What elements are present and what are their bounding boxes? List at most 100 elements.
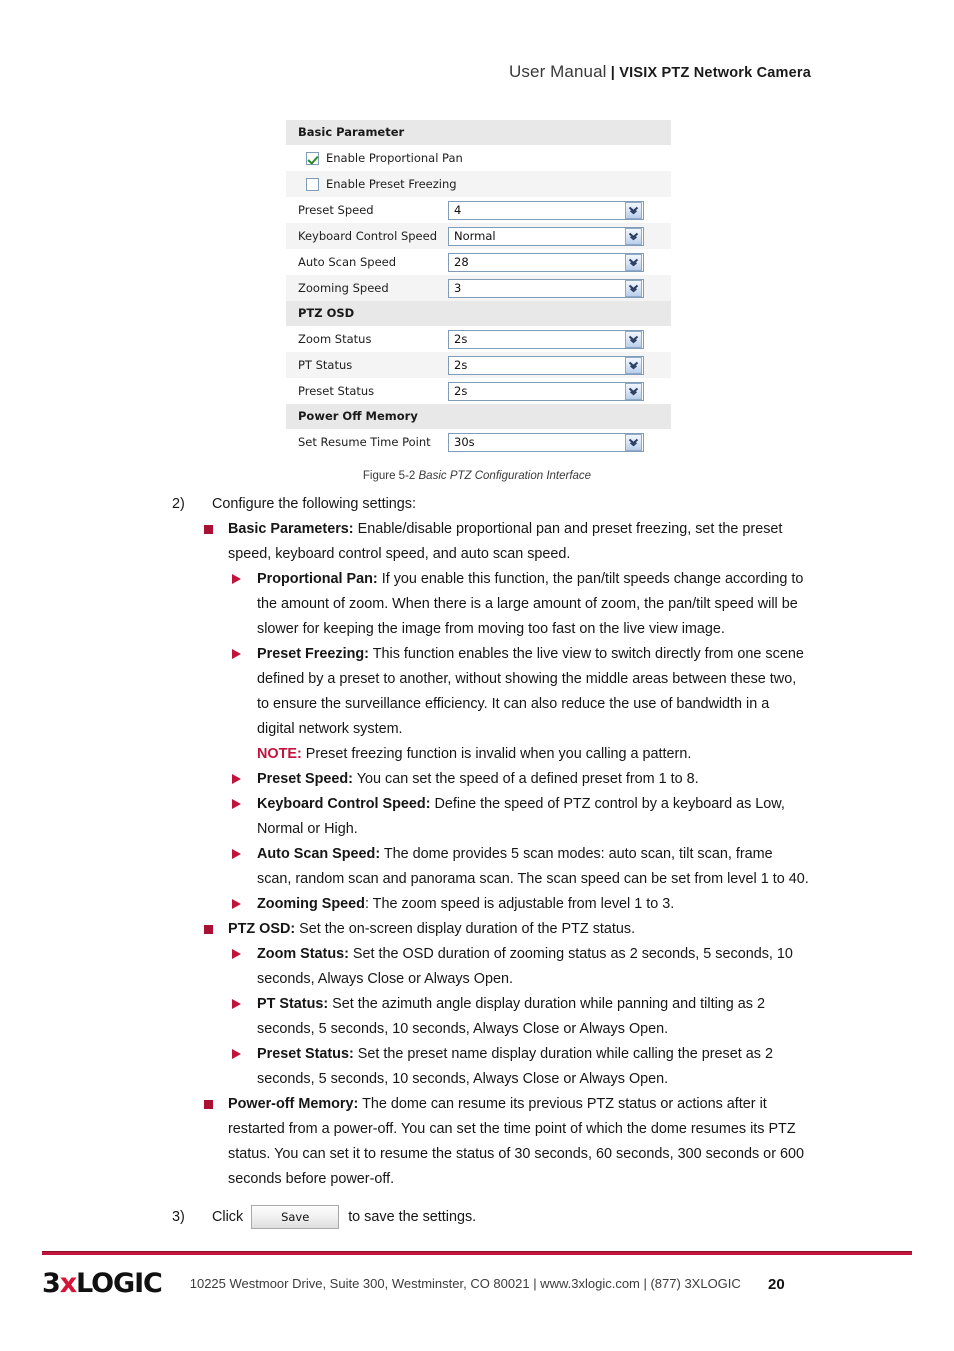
step-3: 3) Click Save to save the settings. bbox=[172, 1205, 476, 1229]
body-zooming-speed: : The zoom speed is adjustable from leve… bbox=[364, 896, 675, 912]
select-value-preset-status: 2s bbox=[454, 383, 468, 398]
bullet-zoom-status-text: Zoom Status: Set the OSD duration of zoo… bbox=[257, 942, 809, 992]
bullet-basic-parameters-text: Basic Parameters: Enable/disable proport… bbox=[228, 517, 809, 567]
lead-ptz-osd: PTZ OSD: bbox=[228, 921, 296, 937]
select-keyboard-control-speed[interactable]: Normal bbox=[448, 226, 644, 246]
lead-basic-parameters: Basic Parameters: bbox=[228, 521, 354, 537]
select-value-zoom-status: 2s bbox=[454, 331, 468, 346]
field-row-set-resume-time-point: Set Resume Time Point 30s bbox=[286, 429, 671, 455]
step-3-number: 3) bbox=[172, 1209, 185, 1225]
select-zooming-speed[interactable]: 3 bbox=[448, 278, 644, 298]
bullet-basic-parameters: Basic Parameters: Enable/disable proport… bbox=[0, 517, 954, 567]
triangle-bullet-icon bbox=[232, 774, 241, 784]
bullet-pt-status-text: PT Status: Set the azimuth angle display… bbox=[257, 992, 809, 1042]
chevron-down-icon[interactable] bbox=[625, 253, 642, 271]
chevron-down-icon[interactable] bbox=[625, 356, 642, 374]
field-label-set-resume-time-point: Set Resume Time Point bbox=[298, 435, 431, 449]
select-preset-status[interactable]: 2s bbox=[448, 381, 644, 401]
step-3-tail-label: to save the settings. bbox=[348, 1209, 477, 1225]
chevron-down-icon[interactable] bbox=[625, 382, 642, 400]
step-2-text: Configure the following settings: bbox=[212, 496, 416, 512]
checkbox-label-preset-freezing: Enable Preset Freezing bbox=[326, 177, 457, 191]
lead-zoom-status: Zoom Status: bbox=[257, 946, 349, 962]
save-button[interactable]: Save bbox=[251, 1205, 340, 1229]
body-ptz-osd: Set the on-screen display duration of th… bbox=[295, 921, 636, 937]
header-separator: | bbox=[606, 65, 620, 81]
lead-keyboard-control-speed: Keyboard Control Speed: bbox=[257, 796, 431, 812]
select-value-auto-scan-speed: 28 bbox=[454, 254, 469, 269]
field-label-auto-scan-speed: Auto Scan Speed bbox=[298, 255, 397, 269]
field-row-pt-status: PT Status 2s bbox=[286, 352, 671, 378]
logo-3xlogic: 3xLOGIC bbox=[42, 1268, 163, 1299]
field-label-zooming-speed: Zooming Speed bbox=[298, 281, 389, 295]
bullet-ptz-osd-text: PTZ OSD: Set the on-screen display durat… bbox=[228, 917, 809, 942]
lead-preset-status: Preset Status: bbox=[257, 1046, 354, 1062]
select-value-zooming-speed: 3 bbox=[454, 280, 462, 295]
bullet-proportional-pan: Proportional Pan: If you enable this fun… bbox=[0, 567, 954, 642]
select-value-preset-speed: 4 bbox=[454, 202, 462, 217]
lead-auto-scan-speed: Auto Scan Speed: bbox=[257, 846, 381, 862]
checkbox-label-proportional-pan: Enable Proportional Pan bbox=[326, 151, 463, 165]
bullet-zoom-status: Zoom Status: Set the OSD duration of zoo… bbox=[0, 942, 954, 992]
page-header: User Manual | VISIX PTZ Network Camera bbox=[509, 62, 811, 82]
field-row-auto-scan-speed: Auto Scan Speed 28 bbox=[286, 249, 671, 275]
field-label-keyboard-control-speed: Keyboard Control Speed bbox=[298, 229, 437, 243]
bullet-zooming-speed-text: Zooming Speed: The zoom speed is adjusta… bbox=[257, 892, 809, 917]
chevron-down-icon[interactable] bbox=[625, 227, 642, 245]
checkbox-row-proportional-pan[interactable]: Enable Proportional Pan bbox=[286, 145, 671, 171]
square-bullet-icon bbox=[204, 525, 213, 534]
footer-address: 10225 Westmoor Drive, Suite 300, Westmin… bbox=[189, 1276, 741, 1291]
step-2: 2) Configure the following settings: bbox=[0, 492, 954, 517]
section-header-power-off-memory: Power Off Memory bbox=[286, 404, 671, 429]
checkbox-row-preset-freezing[interactable]: Enable Preset Freezing bbox=[286, 171, 671, 197]
select-auto-scan-speed[interactable]: 28 bbox=[448, 252, 644, 272]
bullet-preset-freezing: Preset Freezing: This function enables t… bbox=[0, 642, 954, 767]
select-zoom-status[interactable]: 2s bbox=[448, 329, 644, 349]
bullet-preset-speed-text: Preset Speed: You can set the speed of a… bbox=[257, 767, 809, 792]
triangle-bullet-icon bbox=[232, 799, 241, 809]
chevron-down-icon[interactable] bbox=[625, 201, 642, 219]
lead-power-off-memory: Power-off Memory: bbox=[228, 1096, 359, 1112]
document-body: 2) Configure the following settings: Bas… bbox=[0, 492, 954, 1192]
logo-part-3: 3 bbox=[42, 1268, 61, 1299]
field-label-zoom-status: Zoom Status bbox=[298, 332, 372, 346]
bullet-pt-status: PT Status: Set the azimuth angle display… bbox=[0, 992, 954, 1042]
lead-pt-status: PT Status: bbox=[257, 996, 329, 1012]
bullet-preset-speed: Preset Speed: You can set the speed of a… bbox=[0, 767, 954, 792]
field-label-pt-status: PT Status bbox=[298, 358, 353, 372]
field-row-zoom-status: Zoom Status 2s bbox=[286, 326, 671, 352]
lead-zooming-speed: Zooming Speed bbox=[257, 896, 365, 912]
bullet-keyboard-control-speed: Keyboard Control Speed: Define the speed… bbox=[0, 792, 954, 842]
chevron-down-icon[interactable] bbox=[625, 433, 642, 451]
figure-caption-number: Figure 5-2 bbox=[362, 470, 419, 482]
triangle-bullet-icon bbox=[232, 949, 241, 959]
select-value-set-resume-time-point: 30s bbox=[454, 434, 475, 449]
step-3-click-label: Click bbox=[212, 1209, 244, 1225]
checkbox-enable-preset-freezing[interactable] bbox=[306, 177, 319, 191]
select-pt-status[interactable]: 2s bbox=[448, 355, 644, 375]
logo-part-x: x bbox=[59, 1268, 77, 1299]
field-row-preset-speed: Preset Speed 4 bbox=[286, 197, 671, 223]
triangle-bullet-icon bbox=[232, 1049, 241, 1059]
triangle-bullet-icon bbox=[232, 849, 241, 859]
bullet-zooming-speed: Zooming Speed: The zoom speed is adjusta… bbox=[0, 892, 954, 917]
page-number: 20 bbox=[768, 1276, 785, 1293]
triangle-bullet-icon bbox=[232, 574, 241, 584]
field-row-keyboard-control-speed: Keyboard Control Speed Normal bbox=[286, 223, 671, 249]
bullet-ptz-osd: PTZ OSD: Set the on-screen display durat… bbox=[0, 917, 954, 942]
checkbox-enable-proportional-pan[interactable] bbox=[306, 151, 319, 165]
select-preset-speed[interactable]: 4 bbox=[448, 200, 644, 220]
triangle-bullet-icon bbox=[232, 649, 241, 659]
chevron-down-icon[interactable] bbox=[625, 330, 642, 348]
chevron-down-icon[interactable] bbox=[625, 279, 642, 297]
field-label-preset-status: Preset Status bbox=[298, 384, 375, 398]
lead-preset-freezing: Preset Freezing: bbox=[257, 646, 369, 662]
header-title-bold: VISIX PTZ Network Camera bbox=[619, 65, 811, 81]
lead-proportional-pan: Proportional Pan: bbox=[257, 571, 378, 587]
note-label: NOTE: bbox=[257, 746, 302, 762]
figure-caption: Figure 5-2 Basic PTZ Configuration Inter… bbox=[0, 470, 954, 482]
field-row-zooming-speed: Zooming Speed 3 bbox=[286, 275, 671, 301]
select-set-resume-time-point[interactable]: 30s bbox=[448, 432, 644, 452]
triangle-bullet-icon bbox=[232, 999, 241, 1009]
bullet-preset-status: Preset Status: Set the preset name displ… bbox=[0, 1042, 954, 1092]
